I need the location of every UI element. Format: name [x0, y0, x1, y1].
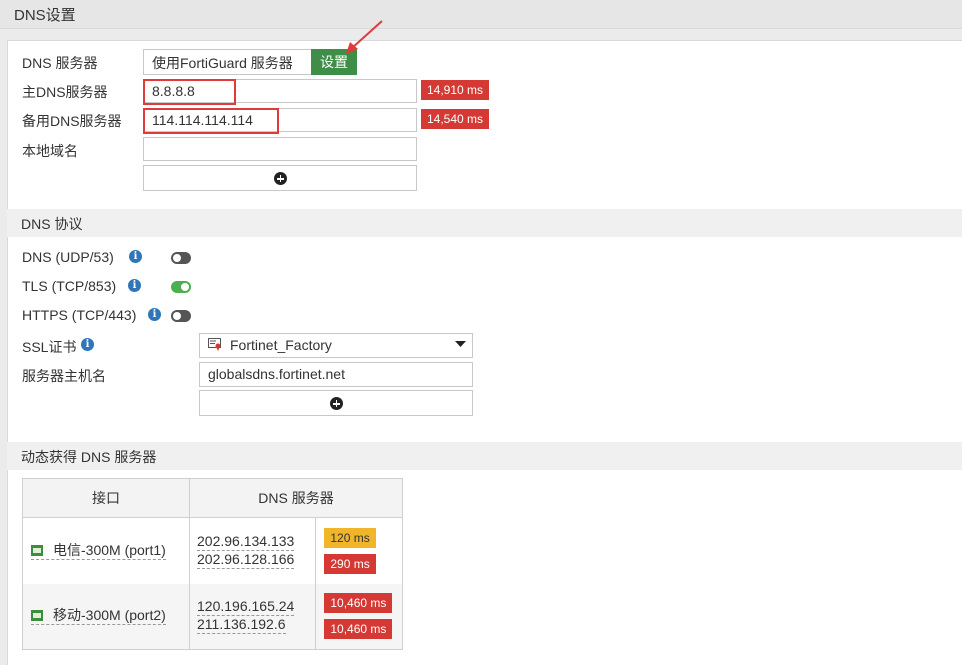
secondary-dns-latency-badge: 14,540 ms	[421, 109, 490, 129]
ssl-cert-select[interactable]: Fortinet_Factory	[199, 333, 473, 358]
dns-server-label: DNS 服务器	[22, 55, 98, 71]
chevron-down-icon[interactable]	[455, 341, 466, 348]
protocol-label-https: HTTPS (TCP/443)	[22, 307, 137, 323]
dynamic-dns-title: 动态获得 DNS 服务器	[21, 449, 157, 465]
local-domain-label: 本地域名	[22, 143, 78, 159]
dynamic-dns-table: 接口 DNS 服务器 电信-300M (port1) 202.96.134.13…	[22, 478, 403, 650]
dns-servers-cell: 202.96.134.133 202.96.128.166	[188, 517, 316, 584]
dns-server-mode-toggle[interactable]: 使用FortiGuard 服务器 设置	[143, 49, 357, 75]
local-domain-input[interactable]	[143, 137, 417, 161]
dns-server-ip[interactable]: 202.96.134.133	[197, 533, 295, 551]
protocol-label-udp: DNS (UDP/53)	[22, 249, 114, 265]
dns-server-ip[interactable]: 120.196.165.24	[197, 598, 295, 617]
certificate-icon	[208, 338, 221, 351]
dns-protocol-section-header: DNS 协议	[7, 209, 962, 237]
latency-badge: 10,460 ms	[324, 619, 393, 640]
interface-name: 电信-300M (port1)	[53, 541, 166, 558]
interface-link[interactable]: 移动-300M (port2)	[31, 607, 166, 626]
plus-circle-icon	[330, 397, 343, 410]
info-icon[interactable]: i	[128, 279, 141, 292]
add-hostname-button[interactable]	[199, 390, 473, 416]
tls-toggle[interactable]	[171, 281, 191, 293]
primary-dns-highlight	[143, 79, 236, 105]
info-icon[interactable]: i	[81, 338, 94, 351]
latency-cell: 10,460 ms 10,460 ms	[315, 583, 403, 650]
protocol-label-tls: TLS (TCP/853)	[22, 278, 117, 294]
ssl-cert-label: SSL证书	[22, 339, 77, 355]
latency-badge: 10,460 ms	[324, 593, 393, 614]
interface-cell: 电信-300M (port1)	[22, 517, 190, 584]
use-fortiguard-option[interactable]: 使用FortiGuard 服务器	[152, 53, 293, 73]
udp-toggle[interactable]	[171, 252, 191, 264]
dynamic-dns-section-header: 动态获得 DNS 服务器	[7, 442, 962, 470]
interface-link[interactable]: 电信-300M (port1)	[31, 542, 166, 560]
dns-protocol-title: DNS 协议	[21, 216, 83, 232]
interface-cell: 移动-300M (port2)	[22, 583, 190, 650]
hostname-input[interactable]: globalsdns.fortinet.net	[199, 362, 473, 387]
secondary-dns-label: 备用DNS服务器	[22, 113, 122, 129]
primary-dns-latency-badge: 14,910 ms	[421, 80, 490, 100]
dns-servers-cell: 120.196.165.24 211.136.192.6	[188, 583, 316, 650]
latency-cell: 120 ms 290 ms	[315, 517, 403, 584]
port-icon	[31, 544, 43, 556]
page-title: DNS设置	[14, 7, 76, 24]
plus-circle-icon	[274, 172, 287, 185]
info-icon[interactable]: i	[148, 308, 161, 321]
interface-name: 移动-300M (port2)	[53, 607, 166, 624]
table-row[interactable]: 移动-300M (port2) 120.196.165.24 211.136.1…	[22, 583, 403, 650]
arrow-annotation-icon	[346, 20, 383, 54]
latency-badge: 120 ms	[324, 527, 376, 548]
column-header-interface: 接口	[22, 478, 190, 518]
page-header: DNS设置	[0, 0, 962, 29]
add-local-domain-button[interactable]	[143, 165, 417, 191]
hostname-label: 服务器主机名	[22, 368, 106, 384]
primary-dns-label: 主DNS服务器	[22, 84, 108, 100]
secondary-dns-highlight	[143, 108, 279, 134]
info-icon[interactable]: i	[129, 250, 142, 263]
column-header-dns-server: DNS 服务器	[189, 478, 403, 518]
table-row[interactable]: 电信-300M (port1) 202.96.134.133 202.96.12…	[22, 517, 403, 584]
ssl-cert-value: Fortinet_Factory	[230, 337, 332, 353]
dns-server-ip[interactable]: 202.96.128.166	[197, 551, 295, 569]
port-icon	[31, 610, 43, 622]
dns-server-ip[interactable]: 211.136.192.6	[197, 616, 286, 635]
https-toggle[interactable]	[171, 310, 191, 322]
latency-badge: 290 ms	[324, 553, 376, 574]
